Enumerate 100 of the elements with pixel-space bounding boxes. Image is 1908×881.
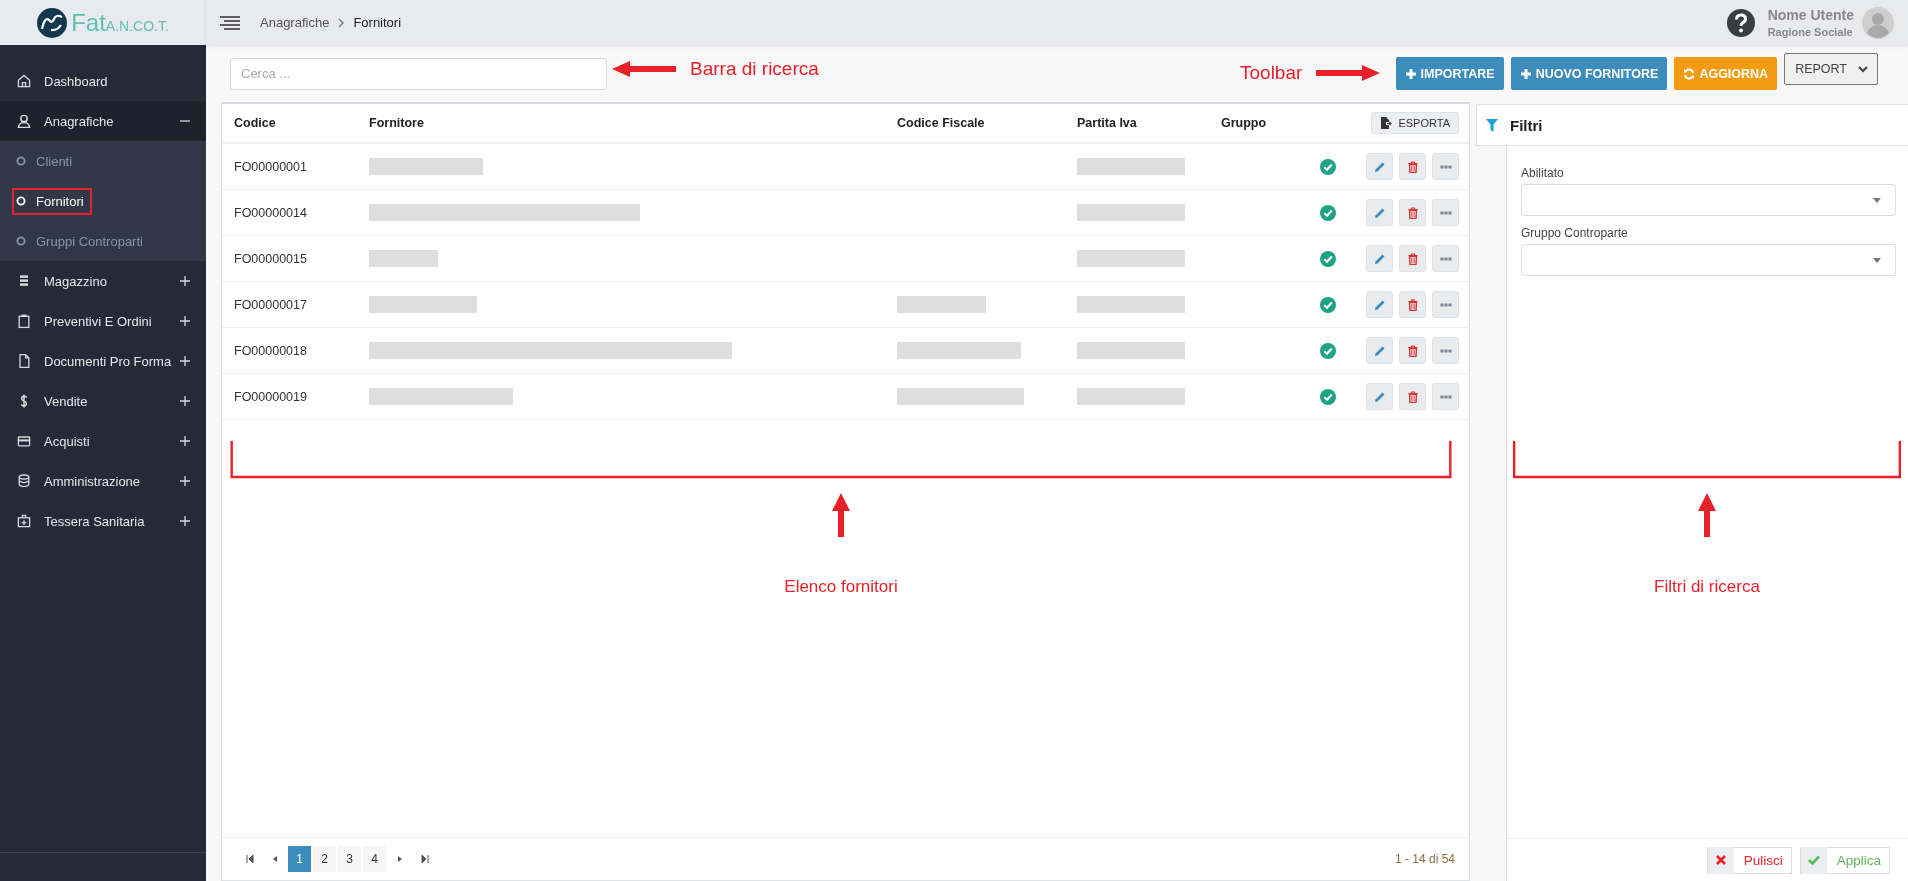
annotation-label: Filtri di ricerca (1654, 577, 1760, 597)
edit-button[interactable] (1366, 291, 1393, 318)
submenu-item[interactable]: Clienti (36, 153, 73, 169)
edit-button[interactable] (1366, 199, 1393, 226)
breadcrumb-item: Fornitori (353, 15, 402, 30)
export-button[interactable]: ESPORTA (1371, 112, 1459, 134)
column-header: Codice (234, 116, 277, 130)
annotation-label: Elenco fornitori (784, 577, 898, 597)
sidebar-item[interactable]: Dashboard (0, 61, 206, 101)
select-field[interactable] (1521, 184, 1896, 216)
submenu-item[interactable]: Gruppi Controparti (36, 233, 143, 249)
card-icon (16, 433, 32, 449)
plus-icon[interactable] (180, 476, 190, 486)
home-icon (16, 73, 32, 89)
page-button[interactable]: 2 (313, 846, 336, 872)
help-icon[interactable] (1725, 7, 1756, 38)
circle-icon (16, 236, 26, 246)
plus-icon (1519, 67, 1532, 80)
edit-button[interactable] (1366, 245, 1393, 272)
clipboard-icon (16, 313, 32, 329)
check-icon (1807, 855, 1820, 865)
search-field[interactable]: Cerca ... (230, 57, 607, 90)
funnel-icon (1486, 118, 1498, 132)
logo-text: A.N.CO.T. (105, 17, 169, 34)
first-page-icon (245, 855, 254, 863)
next-page-icon (395, 855, 404, 863)
column-header: Partita Iva (1077, 116, 1138, 130)
database-icon (16, 473, 32, 489)
submenu-entry[interactable]: Gruppi Controparti (12, 227, 151, 255)
column-header: Gruppo (1221, 116, 1268, 130)
page-button[interactable]: 4 (363, 846, 386, 872)
breadcrumb-item[interactable]: Anagrafiche (260, 15, 330, 30)
trash-icon (1406, 160, 1419, 173)
field-label: Abilitato (1521, 166, 1565, 180)
plus-icon[interactable] (180, 436, 190, 446)
file-export-icon (1380, 117, 1393, 129)
submenu-item[interactable]: Fornitori (36, 193, 84, 209)
edit-button[interactable] (1366, 337, 1393, 364)
circle-icon (16, 196, 26, 206)
sidebar-item[interactable]: Preventivi E Ordini (0, 301, 206, 341)
menu-icon[interactable] (220, 14, 240, 31)
column-header: Codice Fiscale (897, 116, 986, 130)
plus-icon[interactable] (180, 316, 190, 326)
trash-icon (1406, 252, 1419, 265)
toolbar-button[interactable]: IMPORTARE (1395, 57, 1504, 90)
arrow-up-icon (1697, 493, 1717, 537)
table-cell-text: FO00000015 (234, 251, 308, 266)
page-summary: 1 - 14 di 54 (1394, 852, 1455, 866)
plus-icon[interactable] (180, 516, 190, 526)
plus-icon (1404, 67, 1417, 80)
arrow-up-icon (831, 493, 851, 537)
plus-icon[interactable] (180, 356, 190, 366)
page-button[interactable]: 3 (338, 846, 361, 872)
table-cell-text: FO00000017 (234, 297, 308, 312)
report-dropdown[interactable]: REPORT (1784, 52, 1878, 85)
delete-button[interactable] (1399, 245, 1426, 272)
document-icon (16, 353, 32, 369)
pencil-icon (1373, 298, 1386, 311)
sidebar-item[interactable]: Anagrafiche (0, 101, 206, 141)
delete-button[interactable] (1399, 153, 1426, 180)
caret-down-icon (1873, 257, 1881, 263)
caret-down-icon (1873, 197, 1881, 203)
edit-button[interactable] (1366, 153, 1393, 180)
sidebar-item[interactable]: Documenti Pro Forma (0, 341, 206, 381)
pencil-icon (1373, 344, 1386, 357)
logo-text: Fat (71, 8, 106, 37)
toolbar-button[interactable]: NUOVO FORNITORE (1510, 57, 1668, 90)
pencil-icon (1373, 252, 1386, 265)
plus-icon[interactable] (180, 396, 190, 406)
sidebar-item[interactable]: Amministrazione (0, 461, 206, 501)
delete-button[interactable] (1399, 291, 1426, 318)
field-label: Gruppo Controparte (1521, 226, 1629, 240)
sidebar-item[interactable]: Tessera Sanitaria (0, 501, 206, 541)
sidebar-item[interactable]: Vendite (0, 381, 206, 421)
trash-icon (1406, 390, 1419, 403)
edit-button[interactable] (1366, 383, 1393, 410)
user-name: Nome Utente (1767, 7, 1854, 23)
arrow-left-icon (612, 60, 676, 78)
user-icon (16, 113, 32, 129)
refresh-icon (1683, 67, 1696, 80)
sidebar-item[interactable]: Acquisti (0, 421, 206, 461)
sidebar-item[interactable]: Magazzino (0, 261, 206, 301)
panel-title: Filtri (1510, 116, 1543, 134)
pencil-icon (1373, 160, 1386, 173)
clear-button[interactable]: Pulisci (1706, 846, 1792, 874)
plus-icon[interactable] (180, 276, 190, 286)
logo-icon (37, 7, 68, 38)
annotation-label: Barra di ricerca (690, 58, 819, 80)
delete-button[interactable] (1399, 337, 1426, 364)
medical-kit-icon (16, 513, 32, 529)
submenu-entry[interactable]: Clienti (12, 147, 81, 175)
company-name: Ragione Sociale (1767, 26, 1853, 38)
delete-button[interactable] (1399, 383, 1426, 410)
trash-icon (1406, 344, 1419, 357)
trash-icon (1406, 298, 1419, 311)
page-button[interactable]: 1 (288, 846, 311, 872)
column-header: Fornitore (369, 116, 425, 130)
delete-button[interactable] (1399, 199, 1426, 226)
last-page-icon (420, 855, 429, 863)
select-field[interactable] (1521, 244, 1896, 276)
